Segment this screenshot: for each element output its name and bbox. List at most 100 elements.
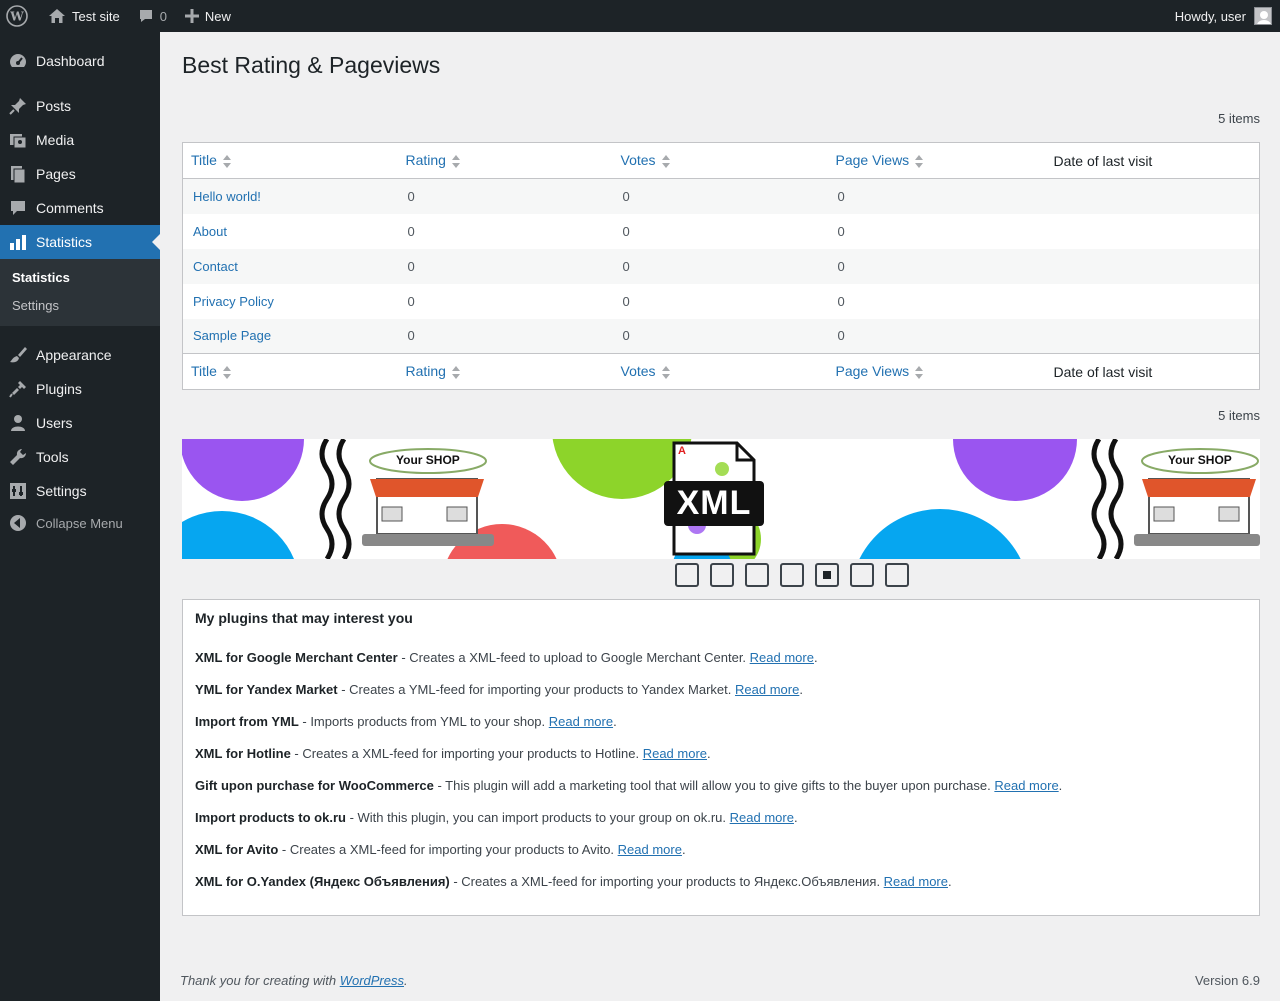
wrench-icon — [0, 447, 36, 467]
row-rating: 0 — [407, 188, 415, 204]
xml-label: XML — [676, 484, 752, 522]
plugins-box: My plugins that may interest you XML for… — [182, 599, 1260, 916]
row-date — [1046, 179, 1260, 214]
column-title[interactable]: Title — [182, 142, 398, 179]
read-more-link[interactable]: Read more — [750, 650, 814, 665]
column-page-views[interactable]: Page Views — [827, 353, 1046, 390]
menu-appearance[interactable]: Appearance — [0, 338, 160, 372]
row-title-link[interactable]: Sample Page — [193, 328, 271, 343]
slide-dot-3[interactable] — [745, 563, 769, 587]
slide-dot-5[interactable] — [815, 563, 839, 587]
column-rating[interactable]: Rating — [397, 142, 613, 179]
row-votes: 0 — [622, 258, 630, 274]
menu-pages[interactable]: Pages — [0, 157, 160, 191]
plugin-banner[interactable]: Your SHOP Your SHOP A XML — [182, 439, 1260, 559]
sort-arrows-icon — [222, 365, 231, 380]
slide-dot-4[interactable] — [780, 563, 804, 587]
column-votes[interactable]: Votes — [612, 353, 828, 390]
chart-bar-icon — [0, 232, 36, 252]
menu-plugins[interactable]: Plugins — [0, 372, 160, 406]
plus-icon — [184, 9, 199, 23]
table-row: Sample Page 0 0 0 — [182, 318, 1260, 354]
read-more-link[interactable]: Read more — [994, 778, 1058, 793]
column-date-last-visit: Date of last visit — [1045, 142, 1260, 179]
row-votes: 0 — [622, 223, 630, 239]
row-title-link[interactable]: About — [193, 224, 227, 239]
avatar — [1254, 7, 1272, 25]
slide-dot-6[interactable] — [850, 563, 874, 587]
row-views: 0 — [837, 223, 845, 239]
row-title-link[interactable]: Contact — [193, 259, 238, 274]
menu-comments[interactable]: Comments — [0, 191, 160, 225]
menu-posts[interactable]: Posts — [0, 89, 160, 123]
row-views: 0 — [837, 258, 845, 274]
menu-statistics[interactable]: Statistics — [0, 225, 160, 259]
column-rating[interactable]: Rating — [397, 353, 613, 390]
plugins-heading: My plugins that may interest you — [195, 610, 413, 626]
plug-icon — [0, 379, 36, 399]
comments-link[interactable]: 0 — [128, 0, 175, 32]
row-date — [1046, 249, 1260, 284]
row-rating: 0 — [407, 258, 415, 274]
admin-bar: W Test site 0 New Howdy, user — [0, 0, 1280, 32]
table-row: Contact 0 0 0 — [182, 248, 1260, 284]
admin-menu: Dashboard Posts Media Pages Comments Sta… — [0, 32, 160, 1001]
plugin-item: Gift upon purchase for WooCommerce - Thi… — [195, 778, 1063, 793]
menu-tools[interactable]: Tools — [0, 440, 160, 474]
menu-media[interactable]: Media — [0, 123, 160, 157]
row-title-link[interactable]: Hello world! — [193, 189, 261, 204]
row-rating: 0 — [407, 328, 415, 344]
row-views: 0 — [837, 188, 845, 204]
wordpress-link[interactable]: WordPress — [340, 973, 404, 988]
read-more-link[interactable]: Read more — [730, 810, 794, 825]
plugin-item: XML for Hotline - Creates a XML-feed for… — [195, 746, 711, 761]
menu-settings[interactable]: Settings — [0, 474, 160, 508]
pages-icon — [0, 164, 36, 184]
menu-users[interactable]: Users — [0, 406, 160, 440]
column-title[interactable]: Title — [182, 353, 398, 390]
sort-arrows-icon — [222, 154, 231, 169]
plugin-item: YML for Yandex Market - Creates a YML-fe… — [195, 682, 803, 697]
page-title: Best Rating & Pageviews — [182, 52, 441, 78]
read-more-link[interactable]: Read more — [549, 714, 613, 729]
my-account-link[interactable]: Howdy, user — [1167, 0, 1280, 32]
comment-icon — [0, 198, 36, 218]
submenu-statistics[interactable]: Statistics — [12, 270, 70, 285]
statistics-table: Title Rating Votes Page Views Date of la… — [182, 142, 1260, 390]
sort-arrows-icon — [915, 154, 924, 169]
menu-dashboard[interactable]: Dashboard — [0, 44, 160, 78]
xml-corner-letter: A — [678, 445, 686, 457]
row-date — [1046, 319, 1260, 354]
plugin-item: XML for Google Merchant Center - Creates… — [195, 650, 818, 665]
collapse-menu-button[interactable]: Collapse Menu — [0, 506, 160, 540]
submenu-settings[interactable]: Settings — [12, 298, 59, 313]
column-page-views[interactable]: Page Views — [827, 142, 1046, 179]
read-more-link[interactable]: Read more — [643, 746, 707, 761]
brush-icon — [0, 345, 36, 365]
column-date-last-visit: Date of last visit — [1045, 353, 1260, 390]
row-votes: 0 — [622, 328, 630, 344]
settings-icon — [0, 481, 36, 501]
row-votes: 0 — [622, 293, 630, 309]
row-votes: 0 — [622, 188, 630, 204]
comment-icon — [139, 10, 152, 22]
column-votes[interactable]: Votes — [612, 142, 828, 179]
read-more-link[interactable]: Read more — [735, 682, 799, 697]
row-rating: 0 — [407, 223, 415, 239]
slide-dot-7[interactable] — [885, 563, 909, 587]
table-header-row: Title Rating Votes Page Views Date of la… — [182, 142, 1260, 179]
dashboard-icon — [0, 51, 36, 71]
plugin-item: Import products to ok.ru - With this plu… — [195, 810, 798, 825]
collapse-arrow-icon — [0, 514, 36, 532]
slide-dot-1[interactable] — [675, 563, 699, 587]
wordpress-logo-icon[interactable]: W — [0, 0, 36, 32]
plugin-item: XML for O.Yandex (Яндекс Объявления) - C… — [195, 874, 952, 889]
statistics-submenu: Statistics Settings — [0, 259, 160, 326]
read-more-link[interactable]: Read more — [618, 842, 682, 857]
plugin-item: XML for Avito - Creates a XML-feed for i… — [195, 842, 686, 857]
site-name-link[interactable]: Test site — [36, 0, 128, 32]
row-title-link[interactable]: Privacy Policy — [193, 294, 274, 309]
slide-dot-2[interactable] — [710, 563, 734, 587]
read-more-link[interactable]: Read more — [884, 874, 948, 889]
new-content-link[interactable]: New — [175, 0, 239, 32]
